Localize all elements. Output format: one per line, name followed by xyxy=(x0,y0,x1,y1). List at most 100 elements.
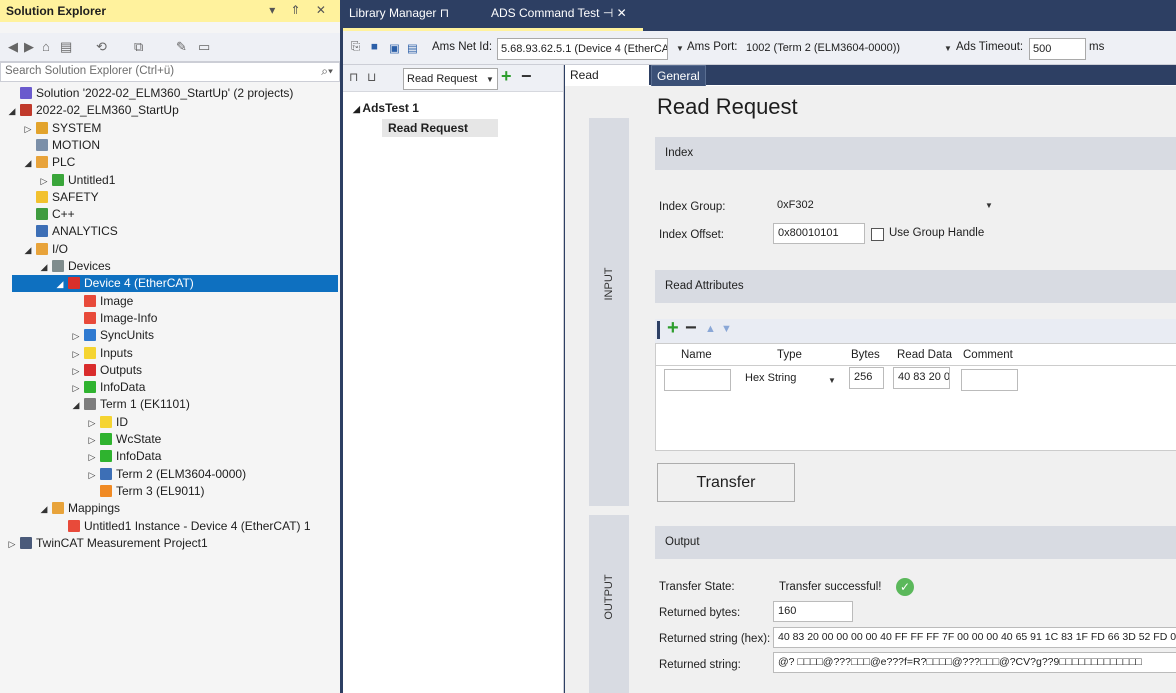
returned-hex-field[interactable]: 40 83 20 00 00 00 00 40 FF FF FF 7F 00 0… xyxy=(773,627,1176,648)
move-down-icon[interactable]: ▼ xyxy=(721,323,732,335)
tree-item-label: InfoData xyxy=(100,380,146,395)
move-up-icon[interactable]: ▲ xyxy=(705,323,716,335)
timeout-input[interactable]: 500 xyxy=(1029,38,1086,60)
use-group-handle-checkbox[interactable] xyxy=(871,228,884,241)
search-icon[interactable]: ⌕▾ xyxy=(321,64,333,79)
expand-icon[interactable]: ▷ xyxy=(86,467,98,484)
tree-item[interactable]: Image xyxy=(0,293,133,310)
tree-item-label: Solution '2022-02_ELM360_StartUp' (2 pro… xyxy=(36,86,294,100)
pin-icon[interactable]: ⊓ xyxy=(440,6,449,20)
tab-library-manager[interactable]: Library Manager ⊓ xyxy=(349,6,449,20)
tree-item[interactable]: ▷ InfoData xyxy=(0,379,146,397)
tree-item[interactable]: ▷ Outputs xyxy=(0,362,143,380)
index-offset-input[interactable]: 0x80010101 xyxy=(773,223,865,244)
collapse-icon[interactable]: ◢ xyxy=(54,276,66,293)
tree-item[interactable]: Image-Info xyxy=(0,310,157,327)
request-type-select[interactable]: Read Request xyxy=(403,68,498,90)
expand-icon[interactable]: ▷ xyxy=(86,432,98,449)
tree-item[interactable]: ◢ Term 1 (EK1101) xyxy=(0,396,190,413)
switch-views-icon[interactable]: ▤ xyxy=(60,39,72,55)
remove-icon[interactable]: − xyxy=(521,66,532,87)
chevron-down-icon[interactable]: ▼ xyxy=(828,376,836,385)
collapse-icon[interactable]: ◢ xyxy=(22,155,34,172)
tree-item[interactable]: ◢ 2022-02_ELM360_StartUp xyxy=(0,102,179,119)
home-icon[interactable]: ⌂ xyxy=(42,39,50,54)
returned-string-field[interactable]: @? □□□□@???□□□@e???f=R?□□□□@???□□□@?CV?g… xyxy=(773,652,1176,673)
back-icon[interactable]: ◀ xyxy=(8,39,18,55)
import-icon[interactable]: ⊓ xyxy=(349,70,358,84)
collapse-icon[interactable]: ◢ xyxy=(70,397,82,414)
request-item-read[interactable]: Read Request xyxy=(382,119,498,137)
tree-item[interactable]: ANALYTICS xyxy=(0,223,118,240)
expand-icon[interactable]: ▷ xyxy=(38,173,50,190)
expand-icon[interactable]: ▷ xyxy=(70,346,82,363)
tree-item[interactable]: SAFETY xyxy=(0,189,99,206)
add-row-icon[interactable]: + xyxy=(667,317,679,340)
expand-icon[interactable]: ▷ xyxy=(22,121,34,138)
tab-ads-command-test[interactable]: ADS Command Test ⊣ ✕ xyxy=(491,6,627,20)
collapse-icon[interactable]: ◢ xyxy=(22,242,34,259)
net-id-select[interactable]: 5.68.93.62.5.1 (Device 4 (EtherCAT xyxy=(497,38,668,60)
tree-item[interactable]: ◢ Mappings xyxy=(0,500,121,518)
pin-close-icon[interactable]: ⊣ ✕ xyxy=(603,6,627,20)
row-name-input[interactable] xyxy=(664,369,731,391)
tree-item[interactable]: ▷ ID xyxy=(0,414,128,431)
row-comment-input[interactable] xyxy=(961,369,1018,391)
expand-icon[interactable]: ▷ xyxy=(70,380,82,397)
open-icon[interactable]: ▤ xyxy=(407,41,418,55)
panel-title: Solution Explorer xyxy=(6,4,107,18)
chevron-down-icon[interactable]: ▼ xyxy=(944,44,952,53)
expand-icon[interactable]: ▷ xyxy=(86,449,98,466)
properties-icon[interactable]: ✎ xyxy=(176,39,187,55)
forward-icon[interactable]: ▶ xyxy=(24,39,34,55)
save-icon[interactable]: ■ xyxy=(371,41,378,53)
add-icon[interactable]: + xyxy=(501,66,512,87)
save-all-icon[interactable]: ▣ xyxy=(389,41,400,55)
collapse-all-icon[interactable]: ⧉ xyxy=(134,39,143,55)
tree-item[interactable]: ▷ TwinCAT Measurement Project1 xyxy=(0,535,208,552)
new-request-icon[interactable]: ⎘ xyxy=(351,41,360,54)
row-read-data-input[interactable]: 40 83 20 0( xyxy=(893,367,950,389)
tree-item[interactable]: ▷ WcState xyxy=(0,431,162,449)
solution-search-input[interactable]: Search Solution Explorer (Ctrl+ü) ⌕▾ xyxy=(0,62,340,82)
tab-label: Library Manager xyxy=(349,6,437,20)
remove-row-icon[interactable]: − xyxy=(685,317,697,340)
index-group-select[interactable]: 0xF302 xyxy=(773,196,999,215)
pending-changes-icon[interactable]: ⟲ xyxy=(96,39,107,55)
export-icon[interactable]: ⊔ xyxy=(367,70,376,84)
returned-bytes-field[interactable]: 160 xyxy=(773,601,853,622)
panel-controls[interactable]: ▾ ⇑ ✕ xyxy=(269,3,332,17)
transfer-button[interactable]: Transfer xyxy=(657,463,795,502)
expand-icon[interactable]: ▷ xyxy=(86,415,98,432)
collapse-icon[interactable]: ◢ xyxy=(6,103,18,120)
row-bytes-input[interactable]: 256 xyxy=(849,367,884,389)
tab-read-request[interactable]: Read Request xyxy=(565,65,649,102)
port-select[interactable]: 1002 (Term 2 (ELM3604-0000)) xyxy=(743,38,936,58)
tree-item[interactable]: ▷ Untitled1 xyxy=(0,172,116,190)
tree-item[interactable]: ◢ PLC xyxy=(0,154,76,172)
tree-item[interactable]: ▷ InfoData xyxy=(0,448,162,466)
request-group[interactable]: ◢ AdsTest 1 xyxy=(353,101,419,115)
tree-item[interactable]: ▷ SYSTEM xyxy=(0,120,102,138)
expand-icon[interactable]: ▷ xyxy=(70,363,82,380)
tree-item[interactable]: ◢ Device 4 (EtherCAT) xyxy=(12,275,338,293)
tree-item[interactable]: ◢ Devices xyxy=(0,258,111,275)
tree-item[interactable]: C++ xyxy=(0,206,75,223)
tree-item[interactable]: Untitled1 Instance - Device 4 (EtherCAT)… xyxy=(0,518,311,535)
tree-item[interactable]: ▷ Inputs xyxy=(0,345,133,362)
tree-item[interactable]: ▷ Term 2 (ELM3604-0000) xyxy=(0,466,247,484)
chevron-down-icon[interactable]: ▼ xyxy=(486,75,494,84)
tree-item[interactable]: Solution '2022-02_ELM360_StartUp' (2 pro… xyxy=(0,85,293,102)
tree-item[interactable]: ◢ I/O xyxy=(0,241,68,258)
expand-icon[interactable]: ▷ xyxy=(6,536,18,553)
tree-item[interactable]: Term 3 (EL9011) xyxy=(0,483,204,500)
collapse-icon[interactable]: ◢ xyxy=(38,501,50,518)
expand-icon[interactable]: ▷ xyxy=(70,328,82,345)
tab-general[interactable]: General xyxy=(651,65,706,87)
tree-item[interactable]: ▷ SyncUnits xyxy=(0,327,155,345)
collapse-icon[interactable]: ◢ xyxy=(38,259,50,276)
chevron-down-icon[interactable]: ▼ xyxy=(676,44,684,53)
tree-item[interactable]: MOTION xyxy=(0,137,100,154)
chevron-down-icon[interactable]: ▼ xyxy=(985,201,993,210)
preview-icon[interactable]: ▭ xyxy=(198,39,210,55)
